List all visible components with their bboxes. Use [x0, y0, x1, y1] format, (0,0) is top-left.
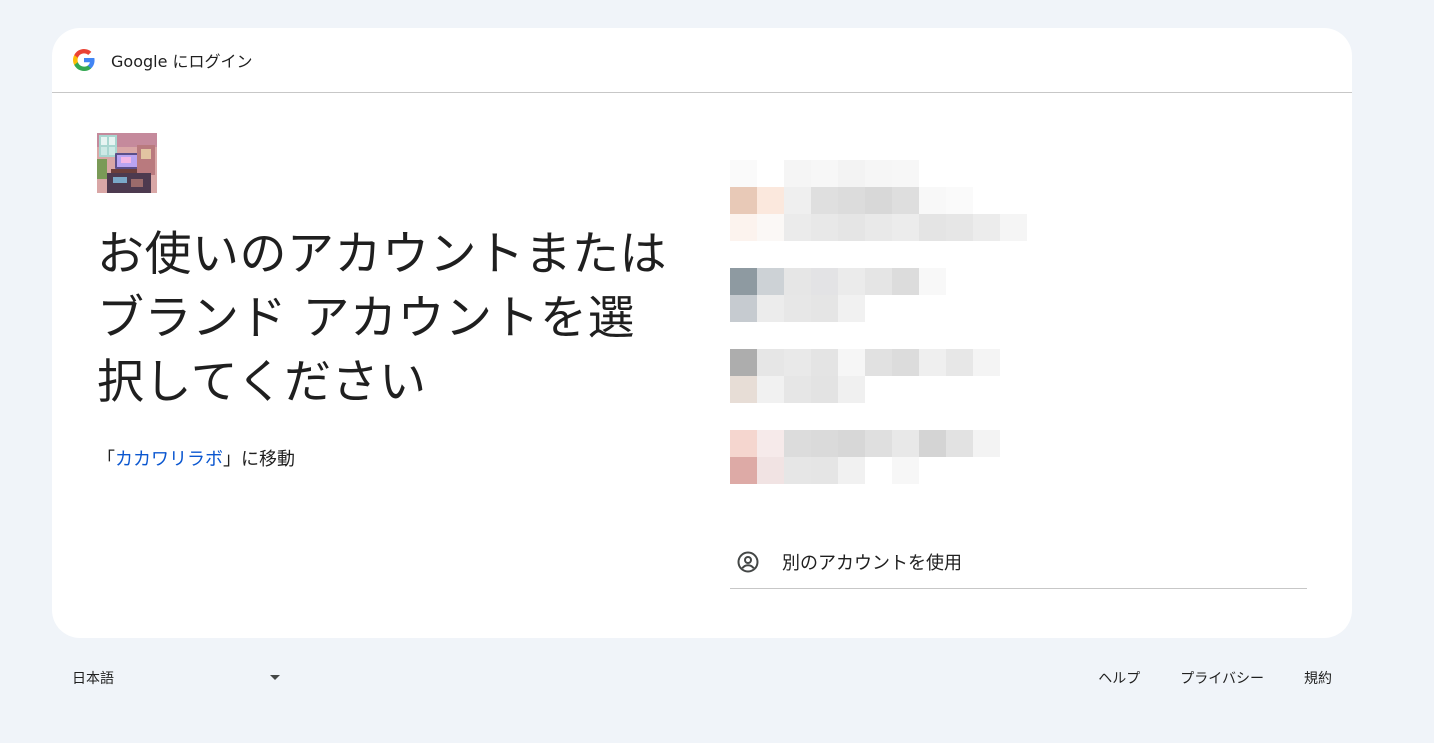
header-title: Google にログイン — [111, 52, 253, 71]
use-another-account-label: 別のアカウントを使用 — [782, 553, 962, 574]
page-headline: お使いのアカウントまたはブランド アカウントを選択してください — [97, 227, 667, 410]
redirect-text: 「カカワリラボ」に移動 — [97, 445, 677, 471]
google-g-icon — [73, 49, 95, 71]
footer-links: ヘルプ プライバシー 規約 — [1058, 660, 1332, 696]
use-another-account-button[interactable]: 別のアカウントを使用 — [730, 536, 1307, 589]
app-name-link[interactable]: カカワリラボ — [115, 449, 223, 470]
account-list — [730, 160, 1324, 512]
language-label: 日本語 — [72, 671, 114, 687]
account-circle-icon — [737, 551, 759, 573]
app-illustration-icon — [97, 133, 157, 193]
dropdown-caret-icon — [270, 675, 280, 680]
footer: 日本語 ヘルプ プライバシー 規約 — [52, 660, 1352, 696]
card-header: Google にログイン — [52, 28, 1352, 93]
right-column: 別のアカウントを使用 — [730, 160, 1324, 589]
redirect-suffix: 」に移動 — [223, 449, 295, 470]
login-card: Google にログイン お使いのアカウントまたはブランド アカウントを選択して… — [52, 28, 1352, 638]
privacy-link[interactable]: プライバシー — [1180, 668, 1264, 688]
language-select[interactable]: 日本語 — [62, 660, 282, 696]
terms-link[interactable]: 規約 — [1304, 668, 1332, 688]
help-link[interactable]: ヘルプ — [1098, 668, 1140, 688]
left-column: お使いのアカウントまたはブランド アカウントを選択してください 「カカワリラボ」… — [97, 133, 677, 471]
redirect-prefix: 「 — [97, 449, 115, 470]
